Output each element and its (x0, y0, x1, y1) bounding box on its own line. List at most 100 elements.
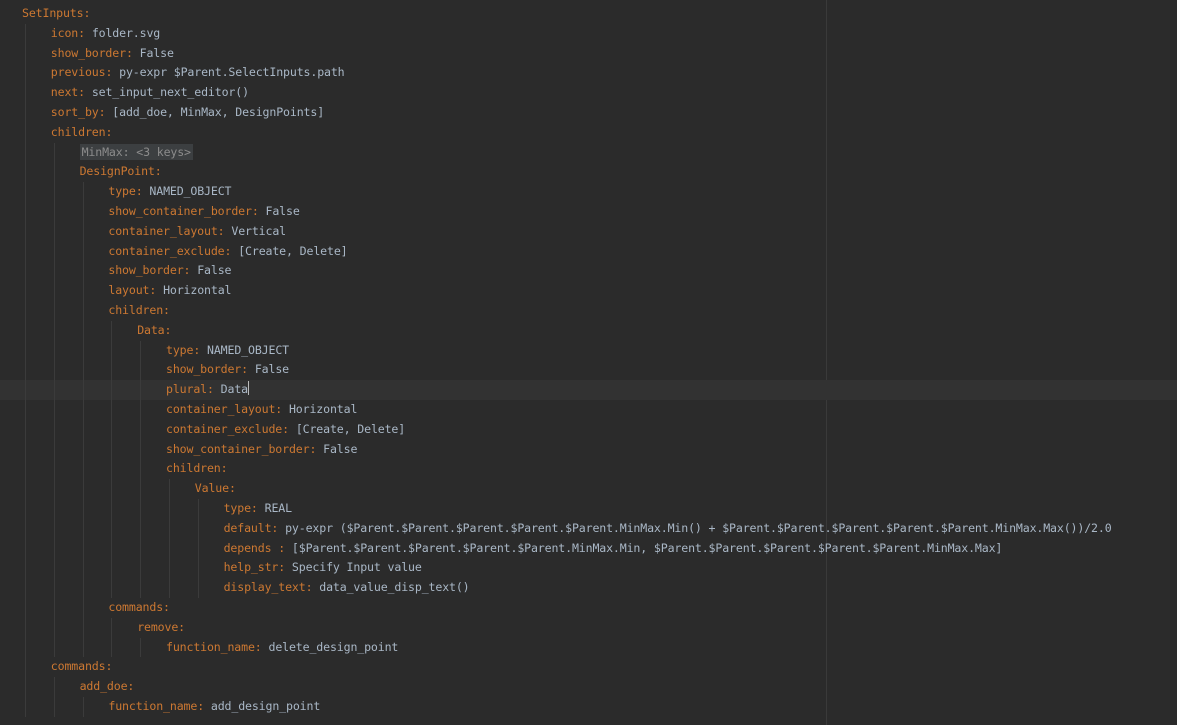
yaml-value: data_value_disp_text() (319, 580, 470, 595)
indent-guide (25, 479, 26, 499)
yaml-key: children (166, 461, 221, 476)
code-line[interactable]: sort_by: [add_doe, MinMax, DesignPoints] (0, 102, 1177, 123)
indent-guide (53, 479, 55, 499)
code-line[interactable]: icon: folder.svg (0, 23, 1177, 44)
indent-guide (25, 261, 26, 282)
code-line[interactable]: container_exclude: [Create, Delete] (0, 241, 1177, 262)
code-editor[interactable]: SetInputs: icon: folder.svg show_border: F… (0, 0, 1177, 725)
code-line[interactable]: commands: (0, 657, 1177, 678)
colon: : (278, 540, 286, 555)
indent-guide (140, 637, 142, 658)
indent-guide (169, 498, 170, 519)
code-line[interactable]: remove: (0, 617, 1177, 638)
indent-guide (53, 439, 55, 460)
indent-guide (25, 182, 26, 202)
colon: : (251, 203, 259, 218)
code-line[interactable]: MinMax: <3 keys> (0, 142, 1177, 163)
code-line[interactable]: help_str: Specify Input value (0, 558, 1177, 579)
code-line[interactable]: function_name: add_design_point (0, 696, 1177, 717)
code-line[interactable]: Value: (0, 479, 1177, 499)
indent-guide (53, 558, 55, 579)
indent-guide (53, 419, 55, 440)
yaml-key: commands (50, 659, 106, 674)
indent-guide (25, 201, 26, 222)
code-line[interactable]: children: (0, 122, 1177, 143)
code-line[interactable]: show_border: False (0, 261, 1177, 282)
code-line-current[interactable]: plural: Data (0, 380, 1177, 400)
indent-guide (53, 360, 55, 381)
code-line[interactable]: show_border: False (0, 360, 1177, 381)
code-line[interactable]: children: (0, 459, 1177, 480)
code-line[interactable]: SetInputs: (0, 4, 1177, 24)
yaml-key: function_name (108, 698, 198, 713)
indent-guide (140, 360, 142, 381)
yaml-value: False (197, 263, 232, 278)
indent-guide (25, 221, 26, 242)
indent-guide (53, 597, 55, 618)
code-line[interactable]: show_border: False (0, 43, 1177, 64)
indent-guide (53, 637, 55, 658)
folded-region[interactable]: MinMax: <3 keys> (79, 143, 193, 160)
indent-guide (140, 439, 142, 460)
indent-guide (111, 380, 113, 400)
indent-guide (111, 479, 113, 499)
yaml-key: container_layout (108, 223, 218, 238)
code-line[interactable]: type: NAMED_OBJECT (0, 182, 1177, 202)
yaml-key: SetInputs (22, 6, 84, 20)
indent-guide (82, 538, 84, 559)
code-line[interactable]: DesignPoint: (0, 162, 1177, 183)
colon: : (163, 599, 170, 614)
yaml-value: False (323, 441, 358, 456)
yaml-value: [add_doe, MinMax, DesignPoints] (112, 104, 325, 119)
indent-guide (53, 518, 55, 539)
code-line[interactable]: commands: (0, 597, 1177, 618)
code-line[interactable]: type: NAMED_OBJECT (0, 340, 1177, 361)
yaml-value: Specify Input value (291, 560, 422, 575)
colon: : (224, 243, 232, 258)
code-line[interactable]: add_doe: (0, 677, 1177, 697)
colon: : (228, 481, 236, 496)
colon: : (254, 639, 262, 654)
indent-guide (82, 380, 84, 400)
code-line[interactable]: function_name: delete_design_point (0, 637, 1177, 658)
indent-guide (53, 696, 55, 717)
code-line[interactable]: show_container_border: False (0, 201, 1177, 222)
code-line[interactable]: type: REAL (0, 498, 1177, 519)
code-line[interactable]: previous: py-expr $Parent.SelectInputs.p… (0, 63, 1177, 84)
code-line[interactable]: children: (0, 300, 1177, 321)
indent-guide (53, 538, 55, 559)
code-line[interactable]: container_layout: Horizontal (0, 399, 1177, 420)
code-line[interactable]: container_exclude: [Create, Delete] (0, 419, 1177, 440)
colon: : (282, 421, 289, 436)
code-line[interactable]: next: set_input_next_editor() (0, 83, 1177, 103)
indent-guide (169, 578, 170, 598)
indent-guide (82, 459, 84, 480)
code-line[interactable]: container_layout: Vertical (0, 221, 1177, 242)
indent-guide (53, 320, 55, 341)
code-line[interactable]: depends : [$Parent.$Parent.$Parent.$Pare… (0, 538, 1177, 559)
colon: : (305, 580, 313, 595)
code-line[interactable]: show_container_border: False (0, 439, 1177, 460)
indent-guide (25, 558, 26, 579)
indent-guide (111, 399, 113, 420)
code-area[interactable]: SetInputs: icon: folder.svg show_border: F… (0, 4, 1177, 717)
yaml-key: show_container_border (108, 203, 252, 218)
yaml-value: Horizontal (163, 283, 232, 298)
yaml-key: type (166, 342, 194, 357)
indent-guide (82, 597, 84, 618)
indent-guide (25, 320, 26, 341)
indent-guide (197, 498, 199, 519)
indent-guide (25, 241, 26, 262)
code-line[interactable]: layout: Horizontal (0, 281, 1177, 301)
colon: : (154, 164, 162, 179)
yaml-key: next (50, 85, 79, 100)
colon: : (135, 184, 143, 199)
indent-guide (111, 439, 113, 460)
colon: : (122, 144, 137, 159)
code-line[interactable]: default: py-expr ($Parent.$Parent.$Paren… (0, 518, 1177, 539)
indent-guide (25, 677, 26, 697)
colon: : (125, 45, 133, 60)
code-line[interactable]: display_text: data_value_disp_text() (0, 578, 1177, 598)
indent-guide (111, 518, 113, 539)
code-line[interactable]: Data: (0, 320, 1177, 341)
